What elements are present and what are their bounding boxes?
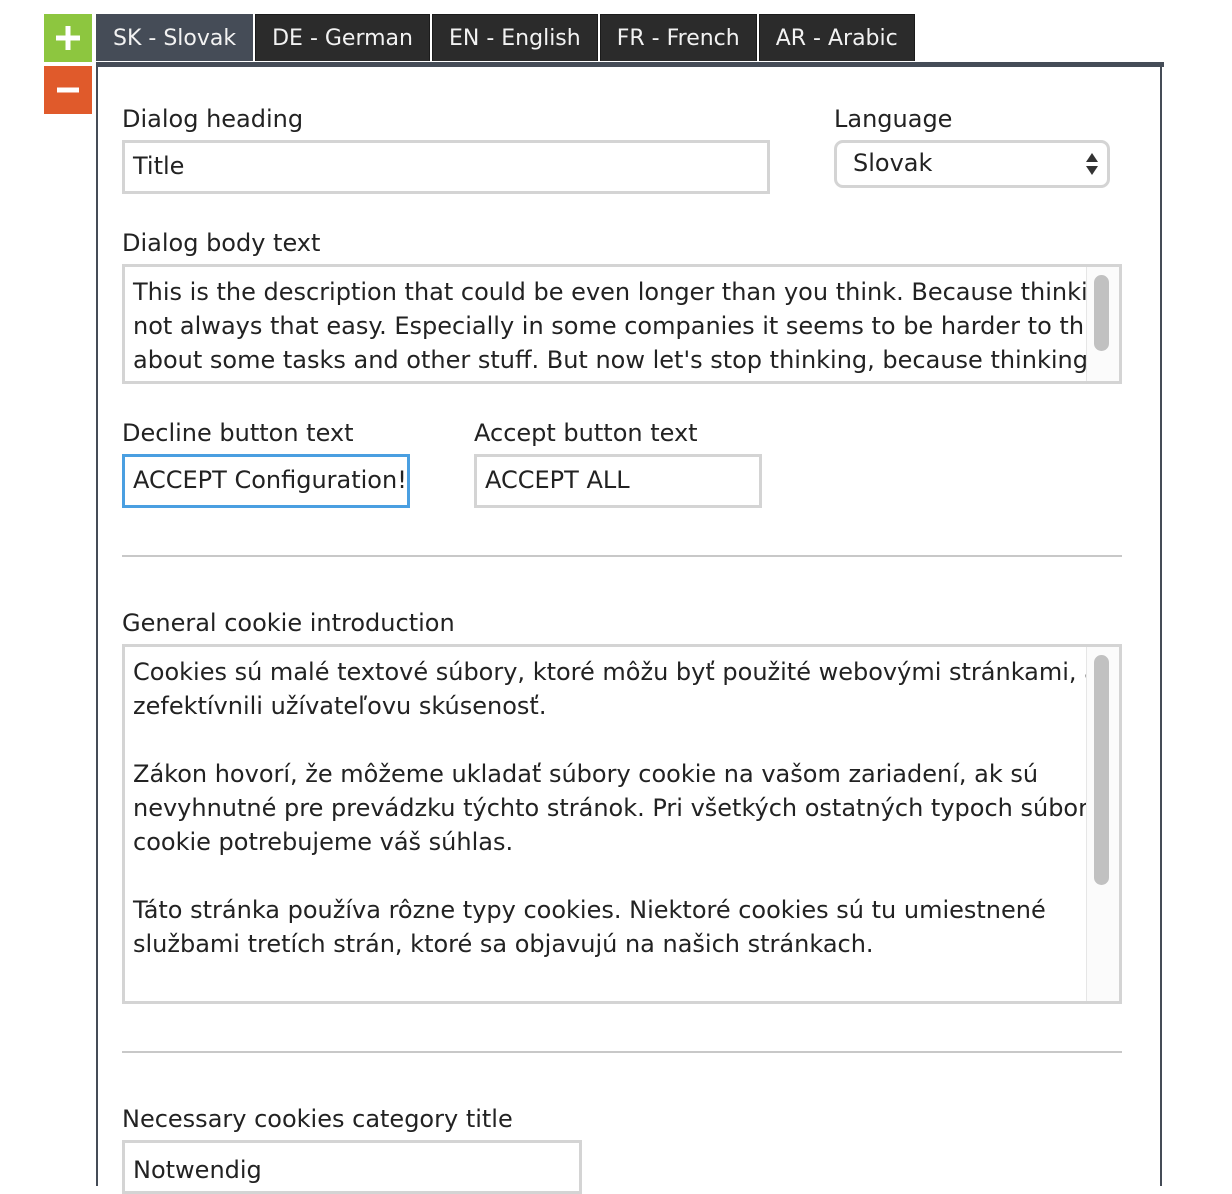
tab-fr[interactable]: FR - French	[599, 14, 757, 61]
cookie-intro-line: Táto stránka používa rôzne typy cookies.…	[133, 896, 1046, 924]
cookie-intro-line: Cookies sú malé textové súbory, ktoré mô…	[133, 658, 1122, 686]
dialog-body-textarea[interactable]: This is the description that could be ev…	[122, 264, 1122, 384]
language-tabs: SK - Slovak DE - German EN - English FR …	[96, 14, 917, 62]
accept-button-label: Accept button text	[474, 419, 698, 447]
cookie-intro-line: zefektívnili užívateľovu skúsenosť.	[133, 692, 547, 720]
dialog-heading-input[interactable]: Title	[122, 140, 770, 194]
remove-language-button[interactable]	[44, 66, 92, 114]
text-caret	[408, 467, 410, 495]
plus-icon	[56, 26, 80, 50]
dialog-body-line: about some tasks and other stuff. But no…	[133, 346, 1088, 374]
tab-ar[interactable]: AR - Arabic	[758, 14, 915, 61]
accept-button-input[interactable]: ACCEPT ALL	[474, 454, 762, 508]
section-divider	[122, 1051, 1122, 1053]
dialog-heading-label: Dialog heading	[122, 105, 304, 133]
cookie-intro-scrollbar[interactable]	[1086, 647, 1119, 1001]
language-select[interactable]: Slovak	[834, 140, 1110, 188]
add-language-button[interactable]	[44, 14, 92, 62]
dialog-body-scrollbar[interactable]	[1086, 267, 1119, 381]
dialog-body-label: Dialog body text	[122, 229, 321, 257]
select-arrows-icon	[1086, 153, 1098, 175]
dialog-body-line: This is the description that could be ev…	[133, 278, 1122, 306]
decline-button-input[interactable]: ACCEPT Configuration!	[122, 454, 410, 508]
language-label: Language	[834, 105, 953, 133]
decline-button-label: Decline button text	[122, 419, 354, 447]
necessary-title-input[interactable]: Notwendig	[122, 1140, 582, 1194]
cookie-intro-line: službami tretích strán, ktoré sa objavuj…	[133, 930, 874, 958]
cookie-intro-textarea[interactable]: Cookies sú malé textové súbory, ktoré mô…	[122, 644, 1122, 1004]
minus-icon	[57, 87, 79, 93]
cookie-intro-line: Zákon hovorí, že môžeme ukladať súbory c…	[133, 760, 1039, 788]
dialog-body-scroll-thumb[interactable]	[1094, 275, 1109, 351]
decline-button-value: ACCEPT Configuration!	[133, 466, 407, 494]
necessary-title-label: Necessary cookies category title	[122, 1105, 513, 1133]
cookie-intro-scroll-thumb[interactable]	[1094, 655, 1109, 885]
section-divider	[122, 555, 1122, 557]
dialog-body-line: not always that easy. Especially in some…	[133, 312, 1120, 340]
cookie-intro-line: cookie potrebujeme váš súhlas.	[133, 828, 514, 856]
language-select-value: Slovak	[853, 149, 933, 177]
tab-sk[interactable]: SK - Slovak	[96, 14, 254, 61]
tab-en[interactable]: EN - English	[431, 14, 598, 61]
cookie-intro-line	[133, 859, 1079, 893]
cookie-intro-line	[133, 723, 1079, 757]
tab-de[interactable]: DE - German	[255, 14, 430, 61]
cookie-intro-label: General cookie introduction	[122, 609, 455, 637]
cookie-intro-line: nevyhnutné pre prevádzku týchto stránok.…	[133, 794, 1117, 822]
